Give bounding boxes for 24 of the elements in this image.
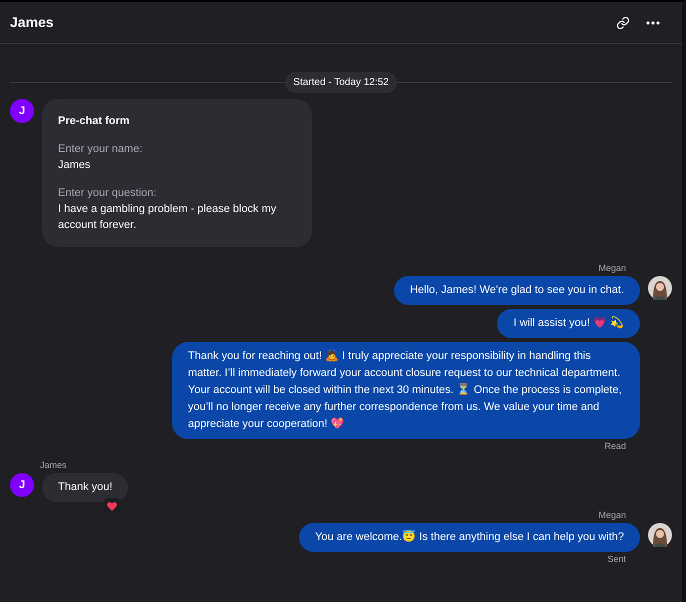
- avatar: J: [10, 99, 34, 123]
- form-title: Pre-chat form: [58, 114, 131, 129]
- link-icon[interactable]: [616, 16, 630, 30]
- message-bubble: I will assist you! 💗 💫: [497, 309, 640, 338]
- message-status: Sent: [607, 554, 626, 565]
- avatar-icon: [648, 276, 672, 300]
- field-value: I have a gambling problem - please block my account forever.: [58, 202, 278, 233]
- message-bubble: Thank you!: [42, 473, 128, 502]
- author-name: James: [40, 460, 67, 471]
- author-name: Megan: [598, 510, 626, 521]
- avatar-icon: [648, 523, 672, 547]
- field-label: Enter your question:: [58, 186, 158, 201]
- message-bubble: Hello, James! We're glad to see you in chat.: [394, 276, 640, 305]
- more-icon[interactable]: [646, 20, 660, 24]
- field-value: James: [58, 158, 92, 173]
- message-status: Read: [604, 441, 626, 452]
- avatar: J: [10, 473, 34, 497]
- message-bubble: Thank you for reaching out! 🙇 I truly appreciate your responsibility in handling this matter. I’ll immediately forward your account closure request to our technical department. Your account will be closed within the next 30 minutes. ⏳ Once the process is complete, you’ll no longer receive any further correspondence from us. We value your time and appreciate your cooperation! 💖: [172, 342, 640, 439]
- chat-title: James: [10, 13, 54, 32]
- field-label: Enter your name:: [58, 142, 144, 157]
- author-name: Megan: [598, 263, 626, 274]
- heart-icon: [107, 502, 118, 510]
- message-bubble: You are welcome.😇 Is there anything else I can help you with?: [299, 523, 640, 552]
- date-divider-pill: Started - Today 12:52: [285, 72, 397, 93]
